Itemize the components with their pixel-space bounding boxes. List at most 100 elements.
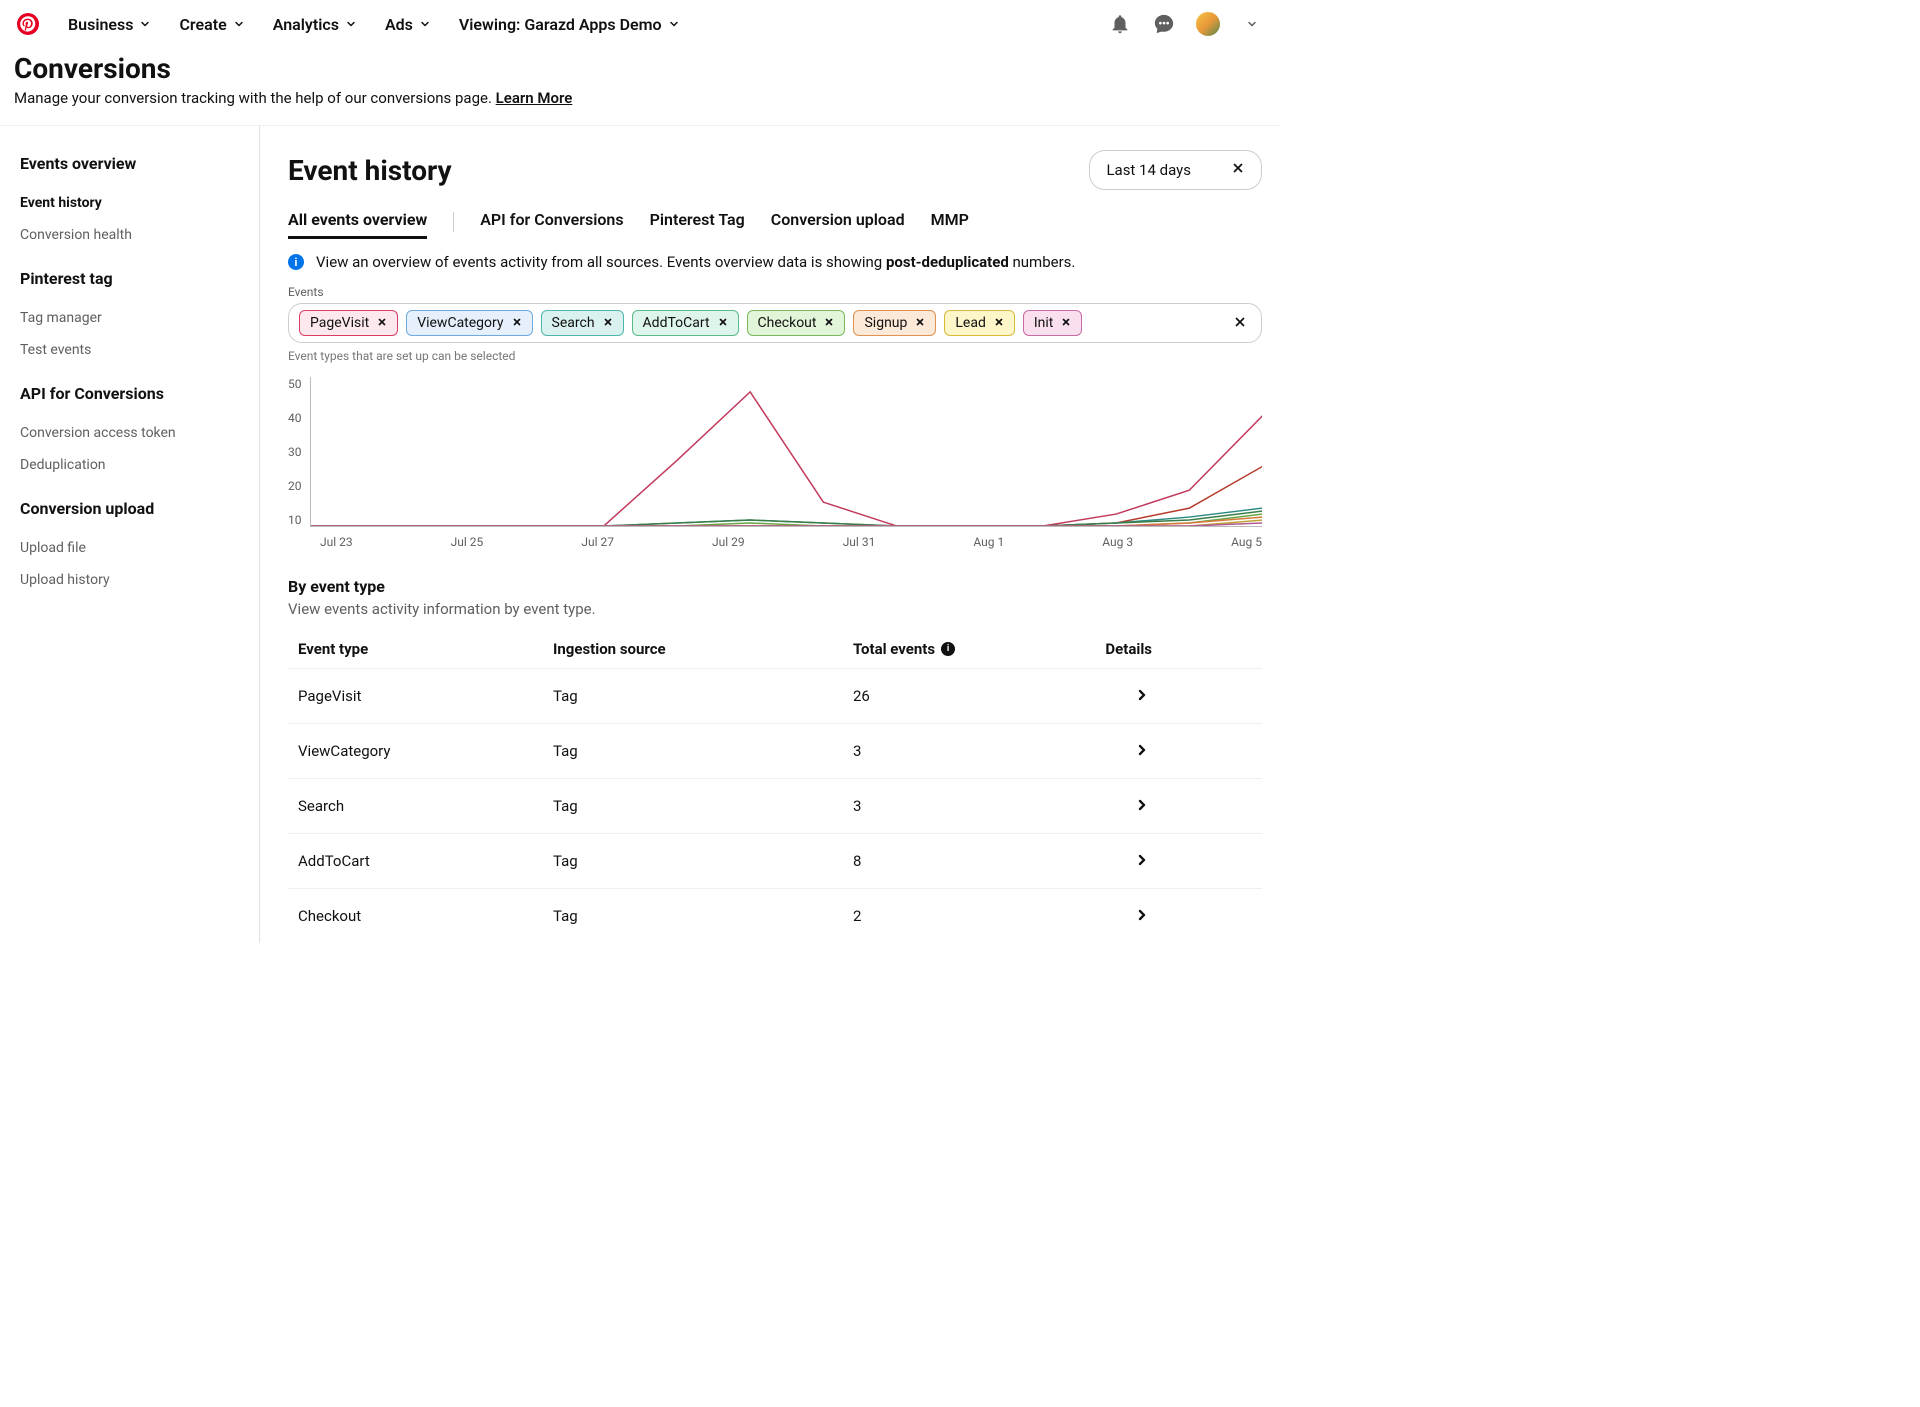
account-menu-chevron[interactable] [1240,12,1264,36]
cell-event-type: PageVisit [298,687,553,705]
filter-chip[interactable]: Search [541,310,624,336]
chip-label: AddToCart [643,315,710,331]
learn-more-link[interactable]: Learn More [496,89,573,107]
tabs: All events overview API for Conversions Pi… [288,210,1262,239]
cell-total-events: 26 [853,687,1093,705]
cell-total-events: 8 [853,852,1093,870]
chevron-right-icon[interactable] [1132,685,1152,705]
chart-series-line [311,514,1263,526]
account-avatar[interactable] [1196,12,1220,36]
close-icon[interactable] [1231,161,1245,179]
nav-business[interactable]: Business [68,15,151,34]
nav-ads-label: Ads [385,15,413,34]
info-icon[interactable]: i [941,642,955,656]
filter-chip[interactable]: ViewCategory [406,310,532,336]
chip-label: Signup [864,315,907,331]
y-tick: 20 [288,479,302,493]
filter-chip[interactable]: AddToCart [632,310,739,336]
by-event-subtitle: View events activity information by even… [288,600,1262,618]
close-icon[interactable] [1061,315,1071,331]
event-filter-bar[interactable]: PageVisit ViewCategory Search AddToCart Chec… [288,303,1262,343]
table-row: ViewCategoryTag3 [288,724,1262,779]
page-title: Conversions [14,52,1264,85]
chart-plot [310,377,1263,527]
pinterest-logo-icon[interactable] [16,12,40,36]
filter-chip[interactable]: Checkout [747,310,846,336]
chevron-down-icon [139,15,151,34]
close-icon[interactable] [512,315,522,331]
tab[interactable]: API for Conversions [480,210,623,239]
nav-analytics-label: Analytics [273,15,339,34]
tab[interactable]: Conversion upload [771,210,905,239]
sidebar-item[interactable]: Deduplication [20,449,239,481]
main-content: Event history Last 14 days All events ov… [260,126,1280,943]
cell-ingestion-source: Tag [553,797,853,815]
nav-analytics[interactable]: Analytics [273,15,357,34]
y-tick: 50 [288,377,302,391]
info-banner: i View an overview of events activity fr… [288,253,1262,271]
x-tick: Aug 5 [1231,535,1262,549]
close-icon[interactable] [603,315,613,331]
date-range-selector[interactable]: Last 14 days [1089,150,1262,190]
chevron-right-icon[interactable] [1132,850,1152,870]
event-table: Event type Ingestion source Total events… [288,630,1262,943]
chart-series-line [311,392,1263,526]
filter-chip[interactable]: Lead [944,310,1014,336]
messages-icon[interactable] [1152,12,1176,36]
close-icon[interactable] [718,315,728,331]
filter-hint: Event types that are set up can be selec… [288,349,1262,363]
top-navbar: Business Create Analytics Ads Viewing: G… [0,0,1280,48]
sidebar-item[interactable]: Conversion health [20,219,239,251]
filter-chip[interactable]: Signup [853,310,936,336]
close-icon[interactable] [824,315,834,331]
close-icon[interactable] [377,315,387,331]
y-tick: 10 [288,513,302,527]
cell-details [1093,850,1252,872]
notifications-icon[interactable] [1108,12,1132,36]
cell-ingestion-source: Tag [553,687,853,705]
filter-chip[interactable]: PageVisit [299,310,398,336]
th-event-type: Event type [298,640,553,658]
sidebar-item[interactable]: Test events [20,334,239,366]
sidebar-item[interactable]: Tag manager [20,302,239,334]
chip-label: Lead [955,315,985,331]
clear-filters-button[interactable] [1229,314,1251,333]
sidebar-item[interactable]: Upload file [20,532,239,564]
info-prefix: View an overview of events activity from… [316,253,886,271]
cell-event-type: ViewCategory [298,742,553,760]
cell-ingestion-source: Tag [553,852,853,870]
topbar-left: Business Create Analytics Ads Viewing: G… [16,12,680,36]
cell-event-type: Checkout [298,907,553,925]
tab[interactable]: Pinterest Tag [650,210,745,239]
sidebar-section-title: Conversion upload [20,499,239,518]
filter-chip[interactable]: Init [1023,310,1083,336]
nav-viewing-label: Viewing: Garazd Apps Demo [459,15,662,34]
cell-total-events: 2 [853,907,1093,925]
sidebar-item[interactable]: Event history [20,187,239,219]
main-header-row: Event history Last 14 days [288,150,1262,190]
x-tick: Aug 3 [1102,535,1133,549]
sidebar-item[interactable]: Conversion access token [20,417,239,449]
table-row: CheckoutTag2 [288,889,1262,943]
page-subtitle: Manage your conversion tracking with the… [14,89,1264,107]
sidebar-item[interactable]: Upload history [20,564,239,596]
nav-create[interactable]: Create [179,15,244,34]
chevron-right-icon[interactable] [1132,905,1152,925]
close-icon[interactable] [915,315,925,331]
chevron-right-icon[interactable] [1132,795,1152,815]
tab[interactable]: All events overview [288,210,427,239]
x-tick: Jul 29 [712,535,745,549]
close-icon[interactable] [994,315,1004,331]
chip-label: PageVisit [310,315,369,331]
chevron-right-icon[interactable] [1132,740,1152,760]
chip-label: Init [1034,315,1054,331]
cell-total-events: 3 [853,742,1093,760]
nav-ads[interactable]: Ads [385,15,431,34]
sidebar-section-title: Events overview [20,154,239,173]
tab[interactable]: MMP [931,210,969,239]
x-tick: Aug 1 [973,535,1004,549]
nav-business-label: Business [68,15,133,34]
x-tick: Jul 31 [843,535,876,549]
nav-create-label: Create [179,15,226,34]
nav-viewing-account[interactable]: Viewing: Garazd Apps Demo [459,15,680,34]
